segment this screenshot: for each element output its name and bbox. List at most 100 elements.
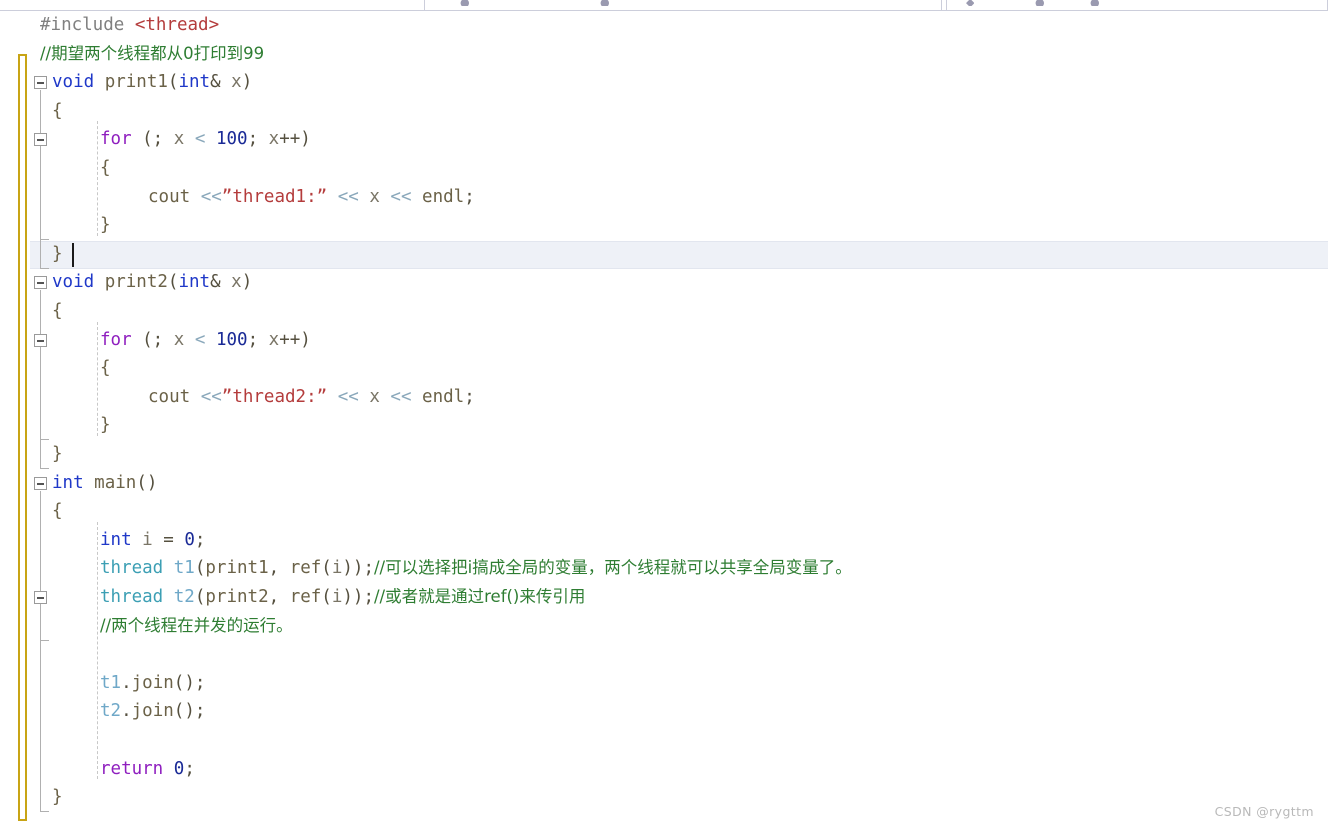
code-line[interactable]: for (; x < 100; x++) bbox=[0, 326, 1328, 355]
code-token: endl bbox=[422, 386, 465, 407]
code-token: << bbox=[200, 186, 222, 207]
code-line[interactable]: } bbox=[0, 783, 1328, 812]
code-line[interactable]: //期望两个线程都从0打印到99 bbox=[0, 40, 1328, 69]
code-token: cout bbox=[148, 186, 191, 207]
code-line-text: thread t2(print2, ref(i));//或者就是通过ref()来… bbox=[100, 583, 585, 612]
code-line[interactable]: { bbox=[0, 154, 1328, 183]
toolbar-icon-4[interactable]: ● bbox=[1035, 0, 1045, 6]
code-token: ( bbox=[194, 587, 206, 607]
code-line[interactable]: cout <<”thread1:” << x << endl; bbox=[0, 183, 1328, 212]
code-token: ”thread2:” bbox=[221, 386, 328, 407]
code-line[interactable] bbox=[0, 640, 1328, 669]
code-token: #include bbox=[40, 15, 135, 35]
toolbar-group-right[interactable] bbox=[946, 0, 1328, 10]
code-token: 0 bbox=[173, 758, 185, 779]
code-line-text: #include <thread> bbox=[40, 11, 219, 40]
code-line[interactable]: { bbox=[0, 354, 1328, 383]
code-token: thread bbox=[100, 558, 164, 579]
code-line[interactable]: { bbox=[0, 97, 1328, 126]
code-line[interactable]: t2.join(); bbox=[0, 697, 1328, 726]
code-line-text: t1.join(); bbox=[100, 669, 205, 698]
code-token: ; bbox=[184, 758, 195, 779]
code-token: ”thread1:” bbox=[221, 186, 328, 207]
code-line[interactable]: { bbox=[0, 497, 1328, 526]
code-token: ) bbox=[241, 72, 253, 93]
code-token: ) bbox=[241, 272, 253, 293]
code-token: x bbox=[173, 329, 185, 350]
code-line[interactable]: } bbox=[0, 411, 1328, 440]
code-token: << bbox=[390, 186, 412, 207]
code-token: , bbox=[268, 558, 290, 579]
code-line[interactable]: void print2(int& x) bbox=[0, 268, 1328, 297]
code-token: t2 bbox=[100, 701, 122, 722]
code-line[interactable]: } bbox=[0, 440, 1328, 469]
code-token: ( bbox=[321, 558, 332, 579]
code-line-text: } bbox=[52, 240, 63, 269]
code-line[interactable]: int main() bbox=[0, 469, 1328, 498]
code-token: print2 bbox=[205, 587, 269, 607]
code-token: t2 bbox=[173, 587, 195, 607]
code-line[interactable]: return 0; bbox=[0, 755, 1328, 784]
code-line-text: cout <<”thread2:” << x << endl; bbox=[148, 383, 475, 412]
code-line[interactable]: void print1(int& x) bbox=[0, 68, 1328, 97]
code-token: endl bbox=[422, 186, 465, 207]
toolbar-icon-1[interactable]: ● bbox=[460, 0, 470, 6]
code-line-text: //两个线程在并发的运行。 bbox=[100, 612, 293, 641]
code-line[interactable] bbox=[0, 726, 1328, 755]
code-token: //可以选择把i搞成全局的变量，两个线程就可以共享全局变量了。 bbox=[374, 558, 852, 578]
code-token: 100 bbox=[215, 329, 248, 350]
code-line[interactable]: //两个线程在并发的运行。 bbox=[0, 612, 1328, 641]
code-token: void bbox=[52, 72, 95, 93]
code-token: ; bbox=[247, 329, 269, 350]
code-token: 100 bbox=[215, 129, 248, 150]
code-token: x bbox=[268, 329, 280, 350]
code-token: //两个线程在并发的运行。 bbox=[100, 615, 293, 635]
code-token: << bbox=[200, 386, 222, 407]
code-token: )); bbox=[342, 558, 374, 579]
toolbar-icon-5[interactable]: ● bbox=[1090, 0, 1100, 6]
code-token: cout bbox=[148, 386, 191, 407]
code-token: )); bbox=[342, 587, 374, 607]
code-text-layer[interactable]: #include <thread> //期望两个线程都从0打印到99 void pr… bbox=[0, 11, 1328, 823]
toolbar-icon-2[interactable]: ● bbox=[600, 0, 610, 6]
code-line[interactable]: } bbox=[0, 240, 1328, 269]
code-token: x bbox=[369, 386, 380, 407]
code-line[interactable]: thread t2(print2, ref(i));//或者就是通过ref()来… bbox=[0, 583, 1328, 612]
code-line[interactable]: #include <thread> bbox=[0, 11, 1328, 40]
code-token: print2 bbox=[104, 272, 168, 293]
code-token: ( bbox=[167, 272, 179, 293]
csdn-watermark: CSDN @rygttm bbox=[1214, 804, 1314, 819]
toolbar-icon-3[interactable]: ◆ bbox=[966, 0, 974, 6]
code-token: < bbox=[194, 329, 206, 350]
code-line[interactable]: t1.join(); bbox=[0, 669, 1328, 698]
toolbar-group-left[interactable] bbox=[424, 0, 942, 10]
code-token: . bbox=[121, 701, 132, 722]
code-token: join bbox=[131, 672, 174, 693]
code-token: t1 bbox=[173, 558, 195, 579]
toolbar-cutoff-sliver[interactable]: ● ● ◆ ● ● bbox=[0, 0, 1328, 11]
code-token: t1 bbox=[100, 672, 122, 693]
code-line-text: thread t1(print1, ref(i));//可以选择把i搞成全局的变… bbox=[100, 554, 852, 583]
code-line[interactable]: cout <<”thread2:” << x << endl; bbox=[0, 383, 1328, 412]
code-token: ++) bbox=[279, 129, 311, 150]
code-line[interactable]: int i = 0; bbox=[0, 526, 1328, 555]
code-line[interactable]: thread t1(print1, ref(i));//可以选择把i搞成全局的变… bbox=[0, 554, 1328, 583]
code-line[interactable]: } bbox=[0, 211, 1328, 240]
code-token: & bbox=[210, 72, 232, 93]
code-line[interactable]: { bbox=[0, 297, 1328, 326]
code-line[interactable]: for (; x < 100; x++) bbox=[0, 125, 1328, 154]
code-token: int bbox=[100, 529, 132, 550]
code-editor-surface[interactable]: #include <thread> //期望两个线程都从0打印到99 void pr… bbox=[0, 11, 1328, 823]
code-token: (; bbox=[131, 129, 174, 150]
code-line-text: { bbox=[100, 354, 111, 383]
code-line-text: return 0; bbox=[100, 755, 195, 784]
